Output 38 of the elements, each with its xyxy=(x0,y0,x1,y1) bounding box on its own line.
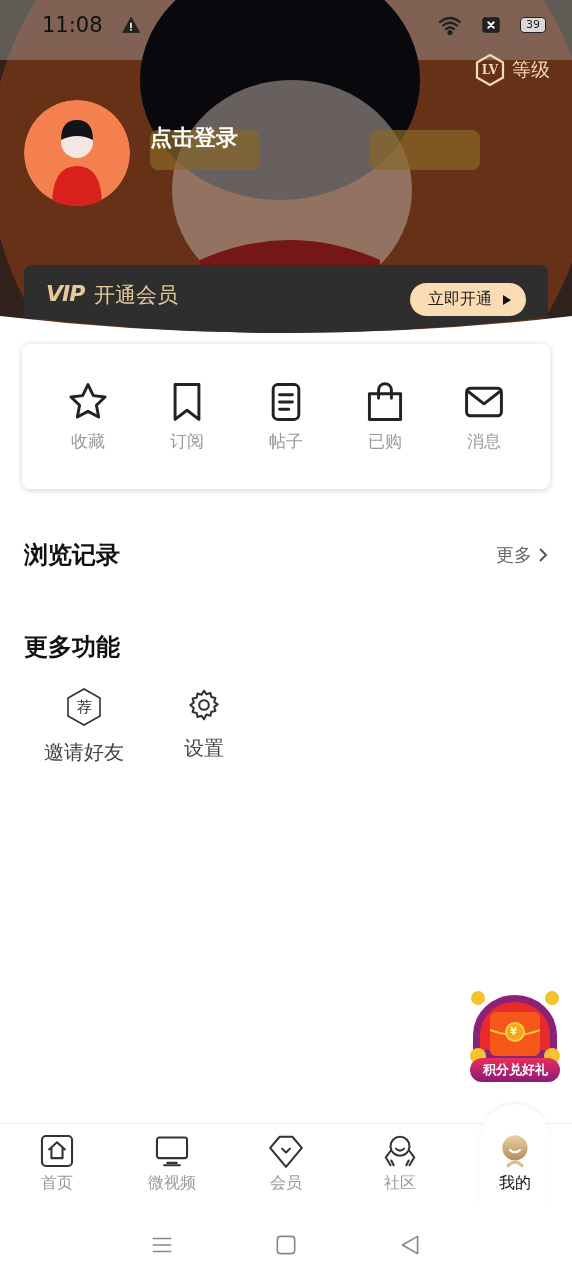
tab[interactable]: 社区 xyxy=(343,1124,458,1210)
quick-action-label: 收藏 xyxy=(70,430,105,453)
vip-title: 开通会员 xyxy=(94,282,179,309)
tab[interactable]: 会员 xyxy=(228,1124,344,1210)
quick-action[interactable]: 订阅 xyxy=(164,380,209,453)
feature-label: 设置 xyxy=(184,735,224,762)
chevron-right-icon xyxy=(538,547,548,563)
vip-logo: VIP xyxy=(46,281,85,306)
section-title: 更多功能 xyxy=(24,632,120,663)
section-title: 浏览记录 xyxy=(24,540,120,571)
play-icon xyxy=(502,293,512,306)
recommend-icon: 荐 xyxy=(65,687,103,727)
sim-icon xyxy=(480,14,502,36)
login-link[interactable]: 点击登录 xyxy=(150,123,238,153)
level-label[interactable]: 等级 xyxy=(512,57,550,83)
settings-icon xyxy=(186,687,222,723)
quick-action-label: 帖子 xyxy=(268,430,303,453)
promo-label[interactable]: 积分兑好礼 xyxy=(470,1058,560,1082)
feature-item[interactable]: 荐 邀请好友 xyxy=(44,687,124,766)
quick-action[interactable]: 消息 xyxy=(462,380,507,453)
quick-action-label: 消息 xyxy=(467,430,502,453)
quick-action[interactable]: 收藏 xyxy=(65,380,110,453)
tab[interactable]: 我的 xyxy=(457,1124,572,1210)
open-vip-button[interactable]: 立即开通 xyxy=(410,283,526,316)
warning-icon xyxy=(120,15,141,35)
avatar[interactable] xyxy=(24,100,130,206)
quick-action-label: 已购 xyxy=(368,430,403,453)
feature-item[interactable]: 设置 xyxy=(184,687,224,766)
quick-action-label: 订阅 xyxy=(169,430,204,453)
more-link[interactable]: 更多 xyxy=(496,543,548,567)
status-time: 11:08 xyxy=(42,13,103,37)
tab[interactable]: 微视频 xyxy=(114,1124,229,1210)
tab[interactable]: 首页 xyxy=(0,1124,115,1210)
level-badge[interactable]: LV xyxy=(474,53,506,87)
battery-indicator: 39 xyxy=(520,17,546,33)
vip-banner[interactable]: VIP 开通会员 立即开通 xyxy=(24,265,548,333)
currency-symbol: ¥ xyxy=(510,1026,517,1037)
feature-label: 邀请好友 xyxy=(44,739,124,766)
